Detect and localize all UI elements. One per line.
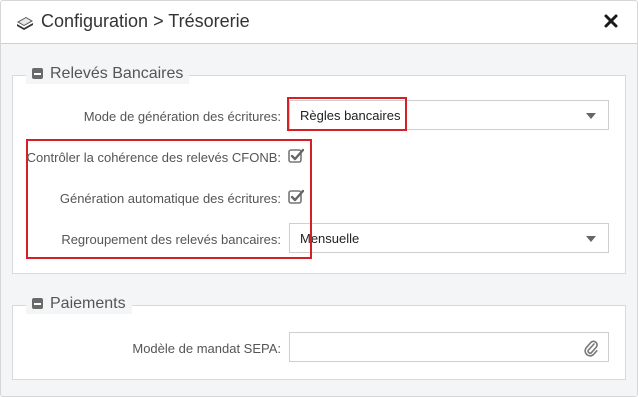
coherence-cfonb-label: Contrôler la cohérence des relevés CFONB… <box>26 150 281 165</box>
mode-generation-value: Règles bancaires <box>300 108 401 123</box>
mandat-sepa-label: Modèle de mandat SEPA: <box>132 341 281 356</box>
configuration-dialog: Configuration > Trésorerie Relevés Banca… <box>0 0 638 397</box>
collapse-minus-icon[interactable] <box>32 68 43 79</box>
paperclip-icon[interactable] <box>584 339 598 357</box>
releves-bancaires-title: Relevés Bancaires <box>50 65 184 82</box>
dialog-title: Configuration > Trésorerie <box>41 11 250 31</box>
chevron-down-icon <box>586 236 596 242</box>
releves-bancaires-legend[interactable]: Relevés Bancaires <box>26 64 190 84</box>
generation-auto-checkbox[interactable] <box>288 189 305 205</box>
regroupement-value: Mensuelle <box>300 231 360 246</box>
regroupement-select[interactable]: Mensuelle <box>289 223 609 253</box>
money-stack-icon <box>16 14 34 30</box>
collapse-minus-icon[interactable] <box>32 298 43 309</box>
mode-generation-label: Mode de génération des écritures: <box>83 109 281 124</box>
dialog-body: Relevés Bancaires Mode de génération des… <box>1 44 637 396</box>
close-icon[interactable] <box>603 13 619 29</box>
mode-generation-select[interactable]: Règles bancaires <box>289 100 609 130</box>
dialog-header: Configuration > Trésorerie <box>1 1 637 44</box>
paiements-title: Paiements <box>50 295 126 312</box>
mandat-sepa-file-input[interactable] <box>289 332 609 362</box>
coherence-cfonb-checkbox[interactable] <box>288 148 305 164</box>
generation-auto-label: Génération automatique des écritures: <box>59 191 281 206</box>
chevron-down-icon <box>586 113 596 119</box>
regroupement-label: Regroupement des relevés bancaires: <box>61 232 281 247</box>
paiements-legend[interactable]: Paiements <box>26 294 132 314</box>
